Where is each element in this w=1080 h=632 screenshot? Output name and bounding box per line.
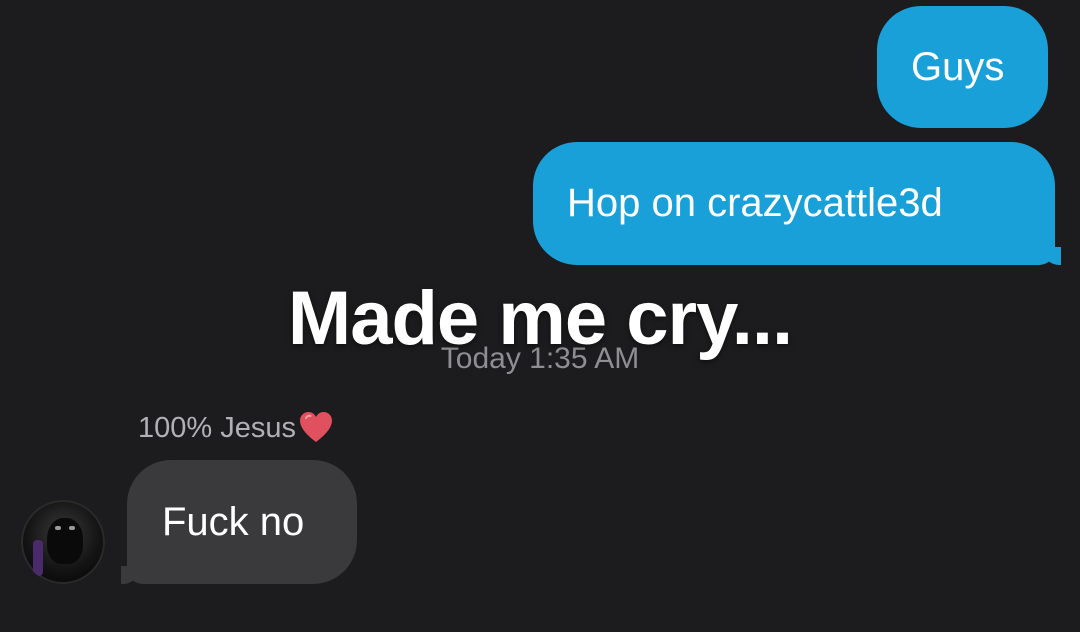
avatar[interactable] (21, 500, 105, 584)
outgoing-message-bubble[interactable]: Guys (877, 6, 1048, 128)
bubble-tail (121, 566, 139, 584)
bubble-tail (1043, 247, 1061, 265)
red-heart-icon (300, 412, 332, 442)
avatar-eye (55, 526, 61, 530)
avatar-figure (47, 518, 83, 564)
sender-name: 100% Jesus (138, 410, 334, 446)
avatar-accent (33, 540, 43, 576)
chat-screen: Guys Hop on crazycattle3d Today 1:35 AM … (0, 0, 1080, 632)
message-text: Guys (911, 44, 1005, 89)
message-text: Hop on crazycattle3d (567, 181, 943, 225)
message-text: Fuck no (162, 499, 305, 544)
avatar-eye (69, 526, 75, 530)
overlay-caption: Made me cry... (287, 276, 793, 361)
sender-name-text: 100% Jesus (138, 411, 296, 444)
outgoing-message-bubble[interactable]: Hop on crazycattle3d (533, 142, 1061, 265)
incoming-message-bubble[interactable]: Fuck no (121, 460, 357, 584)
